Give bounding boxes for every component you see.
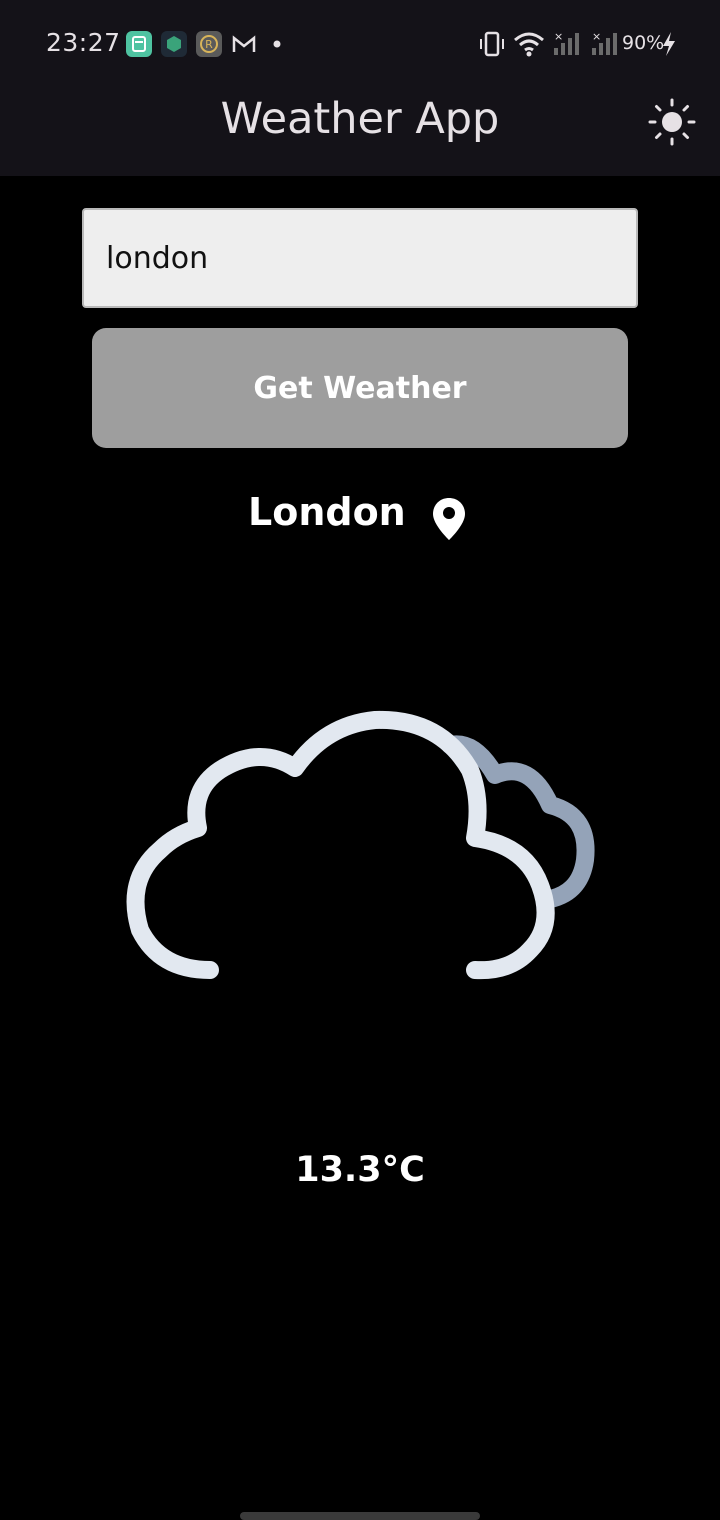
location-pin-icon (433, 498, 465, 540)
home-indicator[interactable] (240, 1512, 480, 1520)
signal-icon: × (592, 30, 617, 55)
wifi-icon (514, 32, 544, 57)
app-title: Weather App (220, 94, 500, 144)
dot-icon (266, 31, 292, 57)
svg-text:×: × (554, 30, 563, 43)
calendar-app-icon (126, 31, 152, 57)
battery-charging-icon (663, 32, 675, 56)
battery-percent: 90% (622, 32, 665, 54)
signal-icon: × (554, 30, 579, 55)
r-app-icon: R (196, 31, 222, 57)
city-row: London (0, 490, 720, 546)
theme-toggle-button[interactable] (646, 96, 698, 148)
cube-app-icon (161, 31, 187, 57)
get-weather-button[interactable]: Get Weather (92, 328, 628, 448)
status-bar: 23:27 R × × 90% (0, 0, 720, 88)
svg-text:R: R (205, 38, 213, 51)
app-bar: Weather App (0, 88, 720, 176)
cloudy-icon (126, 710, 595, 980)
sun-icon (648, 98, 696, 146)
temperature-value: 13.3°C (295, 1150, 425, 1190)
vibrate-icon (480, 31, 504, 57)
status-time: 23:27 (46, 28, 121, 57)
gmail-icon (231, 31, 257, 57)
city-search-input[interactable] (82, 208, 638, 308)
svg-text:×: × (592, 30, 601, 43)
city-name: London (248, 490, 406, 534)
